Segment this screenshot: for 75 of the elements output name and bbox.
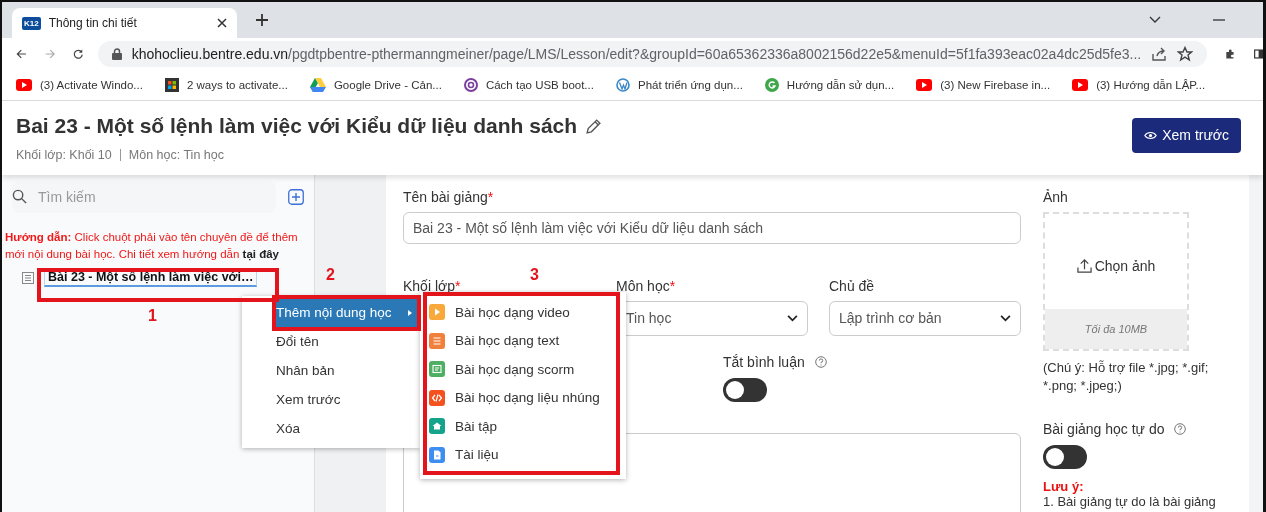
image-upload-area[interactable]: Chọn ảnh Tối đa 10MB [1043, 212, 1189, 351]
bookmark[interactable]: Phát triển ứng dụn... [615, 78, 743, 92]
list-icon [22, 271, 34, 284]
comment-toggle[interactable] [723, 377, 767, 402]
upload-icon [1076, 258, 1092, 273]
site-favicon: K12 [22, 16, 41, 30]
play-logo-icon [16, 79, 32, 91]
notice-text: 1. Bài giảng tự do là bài giảng [1043, 494, 1217, 509]
puzzle-icon[interactable] [1225, 46, 1236, 62]
chevron-down-icon[interactable] [1149, 16, 1161, 24]
meta-text: Khối lớp: Khối 10 [16, 148, 112, 162]
menu-item[interactable]: Nhân bản [242, 356, 420, 385]
field-label: Ảnh [1043, 189, 1068, 205]
browser-tab[interactable]: K12 Thông tin chi tiết [12, 8, 237, 38]
toggle-label: Bài giảng học tự do [1043, 421, 1165, 437]
bookmark[interactable]: Hướng dẫn sử dụn... [764, 78, 895, 92]
guide-link[interactable]: tại đây [242, 248, 279, 260]
url-text: khohoclieu.bentre.edu.vn/pgdtpbentre-pthermanngmeiner/page/LMS/Lesson/edit?&groupId=60a65362336a8002156d22e5&menuId=5f1fa393eac02a4dc25d5fe3... [131, 46, 1142, 62]
close-icon[interactable] [217, 18, 227, 28]
bookmark[interactable]: (3) Hướng dẫn LẬP... [1072, 79, 1206, 91]
ring-logo-icon [463, 78, 478, 92]
star-icon[interactable] [1177, 46, 1194, 62]
select-field[interactable]: Lập trình cơ bản [829, 300, 1021, 336]
preview-button[interactable]: Xem trước [1132, 117, 1241, 153]
bookmark[interactable]: Cách tạo USB boot... [463, 78, 594, 92]
field-label: Môn học* [616, 277, 676, 294]
menu-item[interactable]: Bài học dạng text [427, 326, 616, 355]
menu-item[interactable]: Bài tập [427, 412, 616, 441]
image-note: (Chú ý: Hỗ trợ file *.jpg; *.gif; *.png; *.jpeg;) [1043, 359, 1210, 395]
side-panel-icon[interactable] [1253, 47, 1263, 61]
add-icon[interactable] [288, 189, 304, 205]
upload-text: Chọn ảnh [1094, 257, 1156, 274]
guide-text: Hướng dẫn: Click chuột phải vào tên chuyên đề để thêm mới nội dung bài học. Chi tiết xem hướng dẫn tại đây [5, 230, 299, 263]
new-tab-icon[interactable] [255, 13, 269, 27]
pencil-icon[interactable] [585, 117, 603, 135]
address-bar[interactable]: khohoclieu.bentre.edu.vn/pgdtpbentre-pthermanngmeiner/page/LMS/Lesson/edit?&groupId=60a65362336a8002156d22e5&menuId=5f1fa393eac02a4dc25d5fe3... [97, 41, 1208, 67]
menu-item[interactable]: Bài học dạng liệu nhúng [427, 383, 616, 412]
meta-text: Môn học: Tin học [128, 148, 224, 162]
menu-item[interactable]: Xóa [242, 414, 420, 443]
field-label: Chủ đề [829, 277, 875, 294]
step-number: 1 [148, 307, 157, 325]
size-limit-text: Tối đa 10MB [1084, 323, 1148, 335]
free-lesson-toggle[interactable] [1043, 445, 1087, 469]
menu-item[interactable]: Bài học dạng video [427, 298, 616, 327]
share-icon[interactable] [1151, 46, 1168, 62]
search-field[interactable]: Tìm kiếm [12, 181, 276, 213]
notice-title: Lưu ý: [1043, 479, 1085, 494]
bookmark[interactable]: Google Drive - Cản... [309, 78, 442, 92]
lesson-name-field[interactable]: Bai 23 - Một số lệnh làm việc với Kiểu dữ liệu danh sách [403, 212, 1021, 244]
chevron-down-icon [1000, 314, 1011, 322]
menu-item[interactable]: Tài liệu [427, 440, 616, 469]
eye-icon [1144, 130, 1158, 140]
bookmark[interactable]: (3) Activate Windo... [16, 79, 143, 91]
chevron-down-icon [787, 314, 798, 322]
play-logo-icon [1072, 79, 1089, 91]
field-label: Tên bài giảng* [403, 189, 494, 205]
tab-title: Thông tin chi tiết [48, 16, 138, 30]
menu-item[interactable]: Đổi tên [242, 327, 420, 356]
g-logo-icon [764, 78, 779, 92]
bookmark[interactable]: 2 ways to activate... [164, 78, 288, 92]
help-icon[interactable] [814, 355, 827, 368]
bookmark[interactable]: (3) New Firebase in... [916, 79, 1051, 91]
windows-logo-icon [164, 78, 179, 92]
play-logo-icon [916, 79, 933, 91]
lesson-title: Bai 23 - Một số lệnh làm việc với Kiểu dữ liệu danh sách [16, 114, 578, 138]
help-icon[interactable] [1174, 423, 1187, 435]
menu-item[interactable]: Bài học dạng scorm [427, 355, 616, 384]
step-number: 2 [326, 266, 335, 284]
step-number: 3 [530, 266, 539, 284]
w-logo-icon [615, 78, 630, 92]
lock-icon [111, 48, 122, 60]
field-label: Khối lớp* [403, 277, 461, 294]
toggle-label: Tắt bình luận [723, 353, 805, 370]
triangle-logo-icon [309, 78, 326, 92]
menu-item[interactable]: Xem trước [242, 385, 420, 414]
